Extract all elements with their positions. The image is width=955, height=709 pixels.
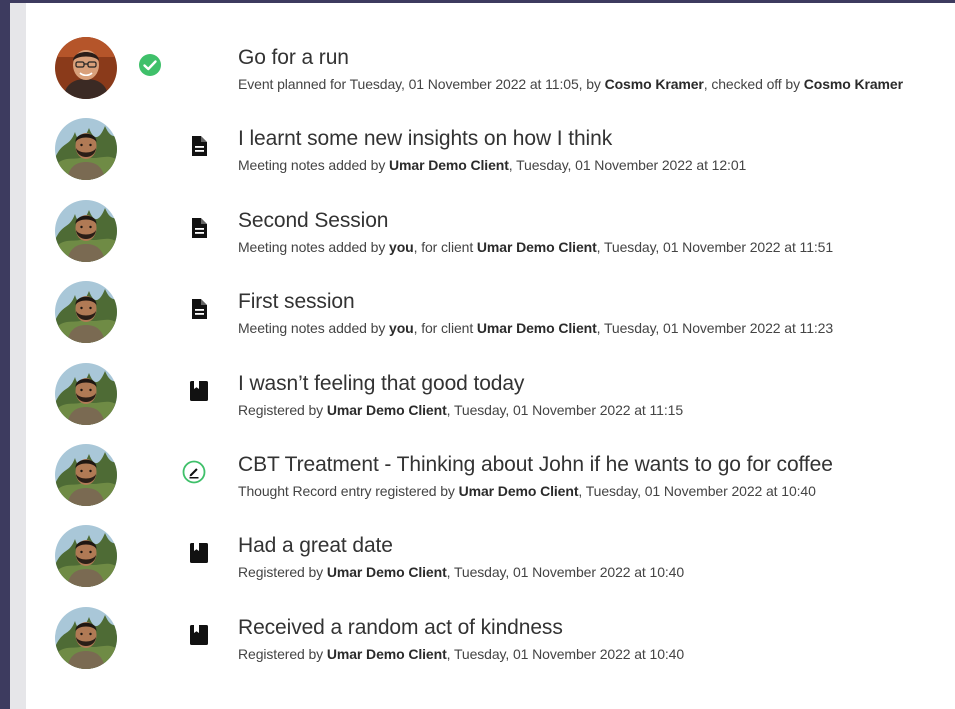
subtitle-text: , Tuesday, 01 November 2022 at 10:40 (446, 645, 685, 662)
subtitle-text: Meeting notes added by (238, 157, 390, 174)
check-circle-icon (138, 53, 162, 77)
subtitle-text: Registered by (238, 645, 327, 662)
umar-demo-client-avatar[interactable] (55, 525, 117, 588)
activity-subtitle: Registered by Umar Demo Client, Tuesday,… (238, 402, 683, 418)
journal-icon (187, 623, 211, 647)
activity-item-4[interactable]: First session Meeting notes added by you… (10, 279, 955, 360)
document-icon (187, 134, 211, 158)
activity-item-7[interactable]: Had a great date Registered by Umar Demo… (10, 523, 955, 604)
activity-title[interactable]: I wasn’t feeling that good today (238, 372, 524, 396)
subtitle-person-name: you (389, 238, 414, 255)
subtitle-text: , checked off by (703, 76, 804, 92)
activity-subtitle: Event planned for Tuesday, 01 November 2… (238, 76, 903, 92)
subtitle-person-name: Cosmo Kramer (803, 76, 903, 92)
activity-subtitle: Registered by Umar Demo Client, Tuesday,… (238, 564, 684, 580)
activity-title[interactable]: CBT Treatment - Thinking about John if h… (238, 453, 833, 477)
subtitle-text: Registered by (238, 564, 327, 581)
activity-panel: Go for a run Event planned for Tuesday, … (10, 3, 955, 709)
umar-demo-client-avatar[interactable] (55, 199, 117, 262)
subtitle-text: , Tuesday, 01 November 2022 at 10:40 (446, 564, 685, 581)
activity-title[interactable]: Go for a run (238, 46, 349, 70)
subtitle-text: , Tuesday, 01 November 2022 at 11:51 (596, 238, 834, 255)
document-icon (187, 297, 211, 321)
activity-item-8[interactable]: Received a random act of kindness Regist… (10, 605, 955, 686)
umar-demo-client-avatar[interactable] (55, 281, 117, 344)
activity-subtitle: Meeting notes added by Umar Demo Client,… (238, 157, 746, 173)
subtitle-text: , for client (413, 238, 477, 255)
subtitle-text: Meeting notes added by (238, 238, 390, 255)
activity-title[interactable]: Second Session (238, 209, 388, 233)
activity-title[interactable]: Received a random act of kindness (238, 616, 563, 640)
subtitle-text: Meeting notes added by (238, 320, 390, 337)
subtitle-person-name: Umar Demo Client (458, 482, 579, 499)
activity-feed: Go for a run Event planned for Tuesday, … (10, 35, 955, 686)
umar-demo-client-avatar[interactable] (55, 443, 117, 506)
activity-title[interactable]: Had a great date (238, 534, 393, 558)
activity-subtitle: Registered by Umar Demo Client, Tuesday,… (238, 646, 684, 662)
subtitle-text: , for client (413, 320, 477, 337)
subtitle-person-name: Cosmo Kramer (604, 76, 704, 92)
subtitle-person-name: you (389, 320, 414, 337)
activity-item-5[interactable]: I wasn’t feeling that good today Registe… (10, 361, 955, 442)
subtitle-person-name: Umar Demo Client (326, 564, 447, 581)
subtitle-text: , Tuesday, 01 November 2022 at 10:40 (578, 482, 816, 499)
subtitle-text: , Tuesday, 01 November 2022 at 11:23 (596, 320, 834, 337)
activity-title[interactable]: I learnt some new insights on how I thin… (238, 127, 612, 151)
activity-title[interactable]: First session (238, 290, 355, 314)
activity-item-2[interactable]: I learnt some new insights on how I thin… (10, 116, 955, 197)
subtitle-text: Event planned for Tuesday, 01 November 2… (238, 76, 605, 92)
document-icon (187, 216, 211, 240)
journal-icon (187, 541, 211, 565)
cosmo-kramer-avatar[interactable] (55, 37, 117, 99)
subtitle-text: Registered by (238, 401, 327, 418)
activity-item-6[interactable]: CBT Treatment - Thinking about John if h… (10, 442, 955, 523)
subtitle-text: Thought Record entry registered by (238, 482, 459, 499)
subtitle-person-name: Umar Demo Client (476, 238, 597, 255)
subtitle-text: , Tuesday, 01 November 2022 at 12:01 (508, 157, 747, 174)
umar-demo-client-avatar[interactable] (55, 118, 117, 181)
subtitle-person-name: Umar Demo Client (326, 645, 447, 662)
journal-icon (187, 379, 211, 403)
activity-item-1[interactable]: Go for a run Event planned for Tuesday, … (10, 35, 955, 116)
subtitle-person-name: Umar Demo Client (476, 320, 597, 337)
subtitle-person-name: Umar Demo Client (326, 401, 447, 418)
activity-subtitle: Thought Record entry registered by Umar … (238, 483, 816, 499)
umar-demo-client-avatar[interactable] (55, 606, 117, 669)
activity-subtitle: Meeting notes added by you, for client U… (238, 239, 833, 255)
subtitle-person-name: Umar Demo Client (389, 157, 509, 174)
activity-subtitle: Meeting notes added by you, for client U… (238, 320, 833, 336)
subtitle-text: , Tuesday, 01 November 2022 at 11:15 (446, 401, 684, 418)
umar-demo-client-avatar[interactable] (55, 362, 117, 425)
thought-record-edit-icon (182, 460, 206, 484)
activity-item-3[interactable]: Second Session Meeting notes added by yo… (10, 198, 955, 279)
